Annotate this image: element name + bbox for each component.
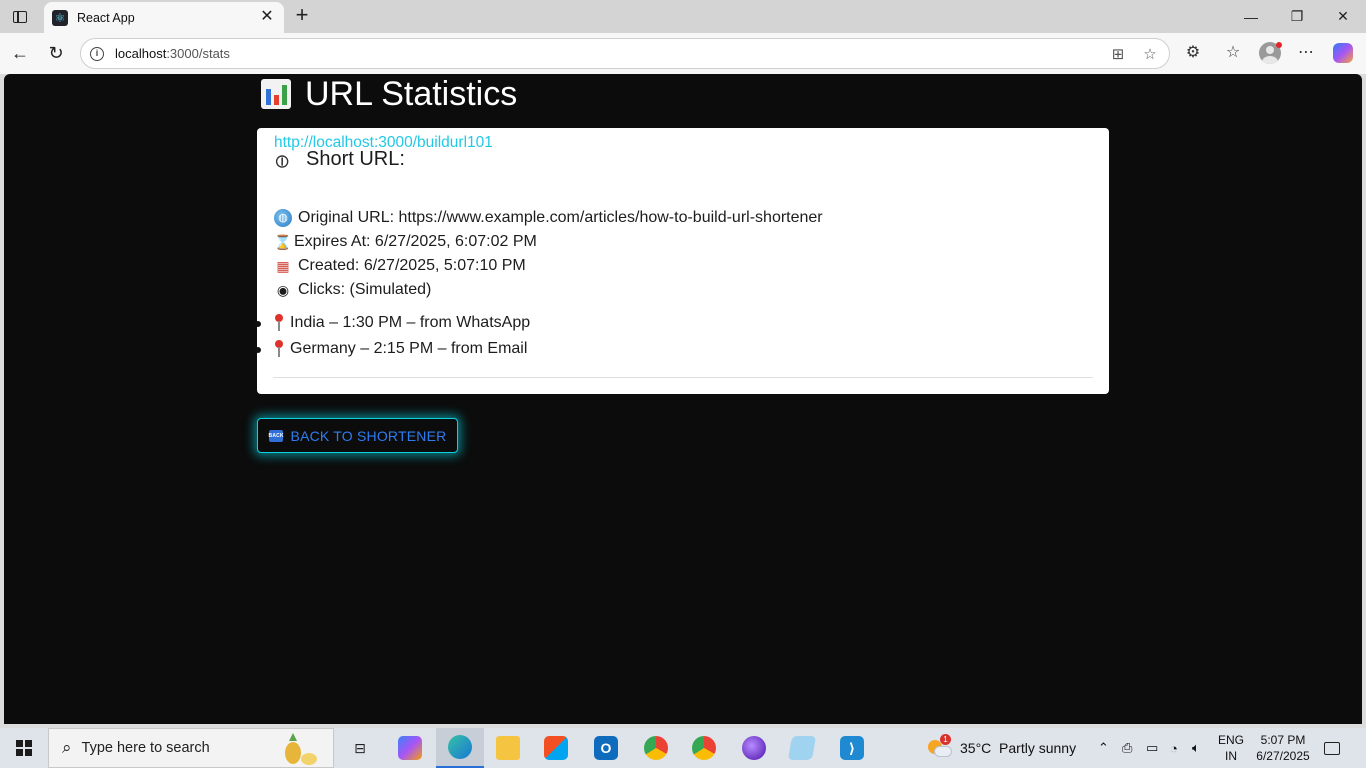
list-item: India – 1:30 PM – from WhatsApp <box>254 310 530 336</box>
file-explorer-icon[interactable] <box>484 728 532 768</box>
original-url-row: ◍ Original URL: https://www.example.com/… <box>274 209 823 227</box>
tab-strip: ⚛ React App ✕ + — ❐ ✕ <box>0 0 1366 33</box>
close-tab-icon[interactable]: ✕ <box>258 8 276 26</box>
start-button[interactable] <box>0 728 48 768</box>
hourglass-icon: ⌛ <box>274 234 292 250</box>
globe-icon: ◍ <box>274 209 292 227</box>
chrome-profile-icon[interactable] <box>632 728 680 768</box>
tab-actions-menu-icon[interactable] <box>8 6 32 28</box>
purple-orb-app-icon[interactable] <box>730 728 778 768</box>
notification-dot <box>1276 42 1282 48</box>
tab-title: React App <box>77 10 135 25</box>
minimize-window-icon[interactable]: — <box>1228 0 1274 33</box>
taskbar: ⌕ Type here to search ⊟ O ⟩ 1 35°C Partl… <box>0 728 1366 768</box>
divider <box>273 377 1093 378</box>
new-tab-icon[interactable]: + <box>290 4 314 28</box>
list-item: Germany – 2:15 PM – from Email <box>254 336 530 362</box>
clicks-row: ◉ Clicks: (Simulated) <box>274 281 431 299</box>
copilot-icon[interactable] <box>1333 43 1353 63</box>
browser-toolbar: ← ↻ i localhost:3000/stats ⊞ ☆ ⚙ ☆ ⋯ <box>0 33 1366 74</box>
extensions-icon[interactable]: ⚙ <box>1182 42 1204 64</box>
show-hidden-icons-chevron-up-icon[interactable]: ⌃ <box>1098 728 1109 768</box>
chrome-profile-2-icon[interactable] <box>680 728 728 768</box>
react-favicon-icon: ⚛ <box>52 9 68 26</box>
stats-card: ⊘ Short URL: http://localhost:3000/build… <box>254 128 1109 394</box>
close-window-icon[interactable]: ✕ <box>1320 0 1366 33</box>
copilot-app-icon[interactable] <box>386 728 434 768</box>
partly-sunny-icon: 1 <box>928 734 952 758</box>
back-arrow-emoji-icon: BACK <box>268 429 284 442</box>
back-to-shortener-button[interactable]: BACK BACK TO SHORTENER <box>257 418 458 453</box>
favorite-star-icon[interactable]: ☆ <box>1141 46 1159 64</box>
short-url-link[interactable]: http://localhost:3000/buildurl101 <box>274 134 493 152</box>
battery-icon[interactable]: ▭ <box>1146 728 1158 768</box>
more-options-icon[interactable]: ⋯ <box>1295 42 1317 64</box>
task-view-icon[interactable]: ⊟ <box>336 728 384 768</box>
volume-icon[interactable]: 🔈︎ <box>1192 728 1200 768</box>
clicks-list: India – 1:30 PM – from WhatsApp Germany … <box>254 310 530 362</box>
app-available-icon[interactable]: ⊞ <box>1109 46 1127 64</box>
browser-tab[interactable]: ⚛ React App ✕ <box>44 2 284 33</box>
page-viewport: URL Statistics ⊘ Short URL: http://local… <box>4 74 1362 724</box>
notification-center-icon[interactable] <box>1324 728 1340 768</box>
address-url: localhost:3000/stats <box>115 46 230 61</box>
windows-logo-icon <box>16 740 32 756</box>
taskbar-search-input[interactable]: ⌕ Type here to search <box>48 728 334 768</box>
eye-icon: ◉ <box>276 282 290 298</box>
search-icon: ⌕ <box>62 738 72 757</box>
weather-widget[interactable]: 1 35°C Partly sunny <box>928 728 1076 768</box>
bar-chart-icon <box>261 79 291 109</box>
microsoft-store-icon[interactable] <box>532 728 580 768</box>
restore-window-icon[interactable]: ❐ <box>1274 0 1320 33</box>
address-bar[interactable]: i localhost:3000/stats ⊞ ☆ <box>80 38 1170 69</box>
notepad-app-icon[interactable] <box>778 728 826 768</box>
created-row: ▦ Created: 6/27/2025, 5:07:10 PM <box>274 257 525 275</box>
calendar-icon: ▦ <box>276 258 290 274</box>
outlook-icon[interactable]: O <box>582 728 630 768</box>
vscode-icon[interactable]: ⟩ <box>828 728 876 768</box>
taskbar-clock[interactable]: 5:07 PM 6/27/2025 <box>1248 732 1318 764</box>
site-info-icon[interactable]: i <box>90 46 104 61</box>
favorites-icon[interactable]: ☆ <box>1222 42 1244 64</box>
pineapple-search-highlight-icon <box>285 733 317 765</box>
wifi-icon[interactable]: ◔ <box>1170 728 1178 768</box>
edge-app-icon[interactable] <box>436 728 484 768</box>
reload-icon[interactable]: ↻ <box>42 39 70 67</box>
pushpin-icon <box>274 314 284 332</box>
language-indicator[interactable]: ENG IN <box>1214 732 1248 764</box>
meet-now-icon[interactable]: ⎙ <box>1122 728 1132 768</box>
pushpin-icon <box>274 340 284 358</box>
page-title: URL Statistics <box>261 74 517 114</box>
back-arrow-icon[interactable]: ← <box>6 39 34 67</box>
expires-row: ⌛ Expires At: 6/27/2025, 6:07:02 PM <box>274 233 537 250</box>
